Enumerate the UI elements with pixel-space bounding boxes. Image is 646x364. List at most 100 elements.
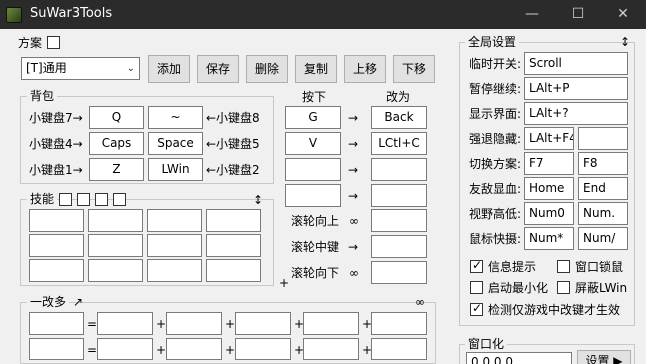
hotkey-field[interactable]: LAlt+F4	[524, 127, 574, 150]
title-bar: SuWar3Tools — ☐ ✕	[0, 0, 646, 29]
skill-checkbox[interactable]	[77, 193, 90, 206]
scheme-select[interactable]: [T]通用 ⌄	[21, 57, 140, 80]
skill-key-field[interactable]	[147, 234, 202, 257]
skill-key-field[interactable]	[147, 259, 202, 282]
hotkey-field[interactable]: Home	[524, 177, 574, 200]
remap-to-header: 改为	[386, 90, 411, 104]
remap-from-field[interactable]: G	[285, 106, 341, 129]
backpack-key-field[interactable]: Z	[89, 158, 144, 181]
skill-checkbox[interactable]	[59, 193, 72, 206]
hotkey-field-secondary[interactable]	[578, 127, 628, 150]
add-icon[interactable]: +	[279, 276, 289, 290]
backpack-key-field[interactable]: Caps	[89, 132, 144, 155]
hotkey-field-secondary[interactable]: Num/	[578, 227, 628, 250]
skill-key-field[interactable]	[206, 209, 261, 232]
block-lwin-checkbox[interactable]	[557, 281, 570, 294]
window-lock-checkbox[interactable]	[557, 260, 570, 273]
plus-sign: +	[225, 317, 236, 331]
combo-source-field[interactable]	[29, 312, 84, 335]
combo-target-field[interactable]	[97, 338, 153, 360]
add-button[interactable]: 添加	[148, 55, 190, 83]
save-button[interactable]: 保存	[197, 55, 239, 83]
copy-button[interactable]: 复制	[295, 55, 337, 83]
skill-key-field[interactable]	[88, 259, 143, 282]
windowing-title: 窗口化	[465, 337, 508, 351]
skill-key-field[interactable]	[147, 209, 202, 232]
backpack-right-label: ←小键盘5	[206, 137, 260, 151]
remap-from-field[interactable]	[285, 184, 341, 207]
backpack-key-field[interactable]: Space	[148, 132, 203, 155]
delete-button[interactable]: 删除	[246, 55, 288, 83]
skill-key-field[interactable]	[88, 209, 143, 232]
hotkey-field[interactable]: Scroll	[524, 52, 628, 75]
wheel-middle-field[interactable]	[371, 235, 427, 258]
hotkey-field[interactable]: F7	[524, 152, 574, 175]
backpack-key-field[interactable]: LWin	[148, 158, 203, 181]
arrow-right-icon: →	[348, 111, 359, 125]
move-up-button[interactable]: 上移	[344, 55, 386, 83]
remap-to-field[interactable]	[371, 158, 427, 181]
skill-key-field[interactable]	[206, 259, 261, 282]
detect-ingame-checkbox[interactable]	[470, 301, 483, 316]
combo-target-field[interactable]	[166, 338, 222, 360]
hotkey-field[interactable]: Num0	[524, 202, 574, 225]
combo-target-field[interactable]	[303, 338, 359, 360]
windowing-field[interactable]: 0,0,0,0	[466, 352, 572, 364]
window-title: SuWar3Tools	[30, 6, 113, 21]
hotkey-field-secondary[interactable]: End	[578, 177, 628, 200]
hotkey-field[interactable]: LAlt+?	[524, 102, 628, 125]
hotkey-field-secondary[interactable]: Num.	[578, 202, 628, 225]
remap-from-field[interactable]: V	[285, 132, 341, 155]
skill-key-field[interactable]	[206, 234, 261, 257]
remap-from-field[interactable]	[285, 158, 341, 181]
auto-minimize-checkbox[interactable]	[470, 281, 483, 294]
infinity-icon[interactable]: ∞	[349, 214, 359, 228]
infinity-icon[interactable]: ∞	[349, 266, 359, 280]
backpack-right-label: ←小键盘8	[206, 111, 260, 125]
hotkey-field[interactable]: LAlt+P	[524, 77, 628, 100]
plus-sign: +	[225, 343, 236, 357]
link-icon[interactable]: ↗	[73, 295, 83, 309]
backpack-left-label: 小键盘7→	[29, 111, 83, 125]
maximize-button[interactable]: ☐	[555, 0, 601, 29]
equals-sign: =	[87, 317, 98, 331]
wheel-middle-label: 滚轮中键	[291, 240, 340, 254]
skill-key-field[interactable]	[88, 234, 143, 257]
close-button[interactable]: ✕	[600, 0, 646, 29]
minimize-button[interactable]: —	[509, 0, 555, 29]
sort-icon[interactable]: ↕	[620, 35, 630, 49]
windowing-settings-button[interactable]: 设置 ▶	[577, 350, 631, 364]
combo-target-field[interactable]	[97, 312, 153, 335]
skill-key-field[interactable]	[29, 259, 84, 282]
combo-target-field[interactable]	[166, 312, 222, 335]
chevron-down-icon: ⌄	[126, 63, 135, 74]
combo-target-field[interactable]	[235, 338, 291, 360]
sort-icon[interactable]: ↕	[253, 193, 263, 207]
move-down-button[interactable]: 下移	[393, 55, 435, 83]
combo-title: 一改多	[27, 295, 70, 309]
backpack-left-label: 小键盘1→	[29, 163, 83, 177]
wheel-up-field[interactable]	[371, 209, 427, 232]
combo-target-field[interactable]	[303, 312, 359, 335]
hotkey-field[interactable]: Num*	[524, 227, 574, 250]
backpack-key-field[interactable]: ~	[148, 106, 203, 129]
combo-target-field[interactable]	[371, 312, 427, 335]
backpack-key-field[interactable]: Q	[89, 106, 144, 129]
infinity-icon[interactable]: ∞	[415, 295, 425, 309]
scheme-checkbox[interactable]	[47, 36, 60, 49]
combo-target-field[interactable]	[371, 338, 427, 360]
skill-checkbox[interactable]	[113, 193, 126, 206]
combo-target-field[interactable]	[235, 312, 291, 335]
remap-to-field[interactable]	[371, 184, 427, 207]
skill-key-field[interactable]	[29, 234, 84, 257]
wheel-down-field[interactable]	[371, 261, 427, 284]
combo-source-field[interactable]	[29, 338, 84, 360]
info-tip-checkbox[interactable]	[470, 258, 483, 273]
remap-to-field[interactable]: Back	[371, 106, 427, 129]
remap-to-field[interactable]: LCtl+C	[371, 132, 427, 155]
skill-checkbox[interactable]	[95, 193, 108, 206]
hotkey-field-secondary[interactable]: F8	[578, 152, 628, 175]
detect-ingame-label: 检测仅游戏中改键才生效	[488, 303, 621, 317]
info-tip-label: 信息提示	[488, 260, 537, 274]
skill-key-field[interactable]	[29, 209, 84, 232]
